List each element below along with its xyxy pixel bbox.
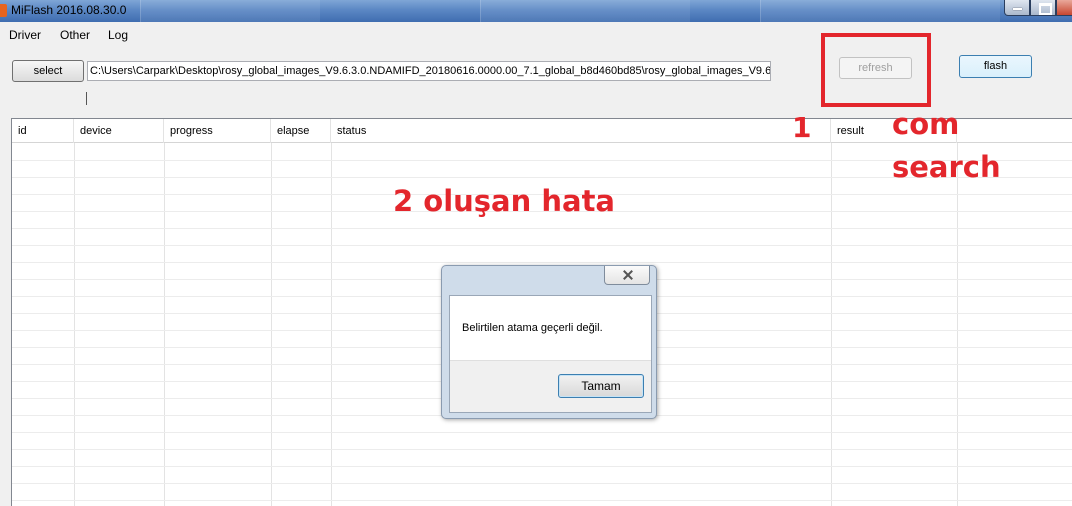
grid-row-divider bbox=[12, 449, 1072, 450]
grid-row-divider bbox=[12, 500, 1072, 501]
column-divider bbox=[74, 143, 75, 506]
grid-row-divider bbox=[12, 228, 1072, 229]
annotation-error-label: 2 oluşan hata bbox=[393, 184, 616, 218]
annotation-search: search bbox=[892, 150, 1001, 184]
column-divider bbox=[957, 143, 958, 506]
dialog-message: Belirtilen atama geçerli değil. bbox=[462, 322, 603, 334]
background-window-ghost bbox=[760, 0, 1000, 22]
grid-row-divider bbox=[12, 245, 1072, 246]
grid-row-divider bbox=[12, 466, 1072, 467]
grid-row-divider bbox=[12, 432, 1072, 433]
column-divider bbox=[271, 143, 272, 506]
select-button[interactable]: select bbox=[12, 60, 84, 82]
error-dialog: Belirtilen atama geçerli değil. Tamam bbox=[441, 265, 657, 419]
column-header-elapse[interactable]: elapse bbox=[271, 119, 331, 143]
window-title: MiFlash 2016.08.30.0 bbox=[11, 3, 127, 17]
annotation-com: com bbox=[892, 107, 960, 141]
menu-driver[interactable]: Driver bbox=[9, 28, 41, 42]
dialog-close-button[interactable] bbox=[604, 266, 650, 285]
annotation-highlight-box bbox=[821, 33, 931, 107]
column-divider bbox=[331, 143, 332, 506]
flash-button[interactable]: flash bbox=[959, 55, 1032, 78]
title-bar: MiFlash 2016.08.30.0 bbox=[0, 0, 1072, 22]
text-caret bbox=[86, 92, 87, 105]
annotation-number-1: 1 bbox=[792, 111, 812, 144]
dialog-body: Belirtilen atama geçerli değil. Tamam bbox=[449, 295, 652, 413]
column-divider bbox=[164, 143, 165, 506]
grid-row-divider bbox=[12, 483, 1072, 484]
close-button[interactable] bbox=[1056, 0, 1072, 16]
minimize-button[interactable] bbox=[1004, 0, 1030, 16]
background-window-ghost bbox=[480, 0, 690, 22]
column-header-device[interactable]: device bbox=[74, 119, 164, 143]
ok-button[interactable]: Tamam bbox=[558, 374, 644, 398]
column-divider bbox=[831, 143, 832, 506]
column-header-progress[interactable]: progress bbox=[164, 119, 271, 143]
column-header-id[interactable]: id bbox=[12, 119, 74, 143]
dialog-footer: Tamam bbox=[450, 360, 651, 412]
column-header-status[interactable]: status bbox=[331, 119, 831, 143]
background-window-ghost bbox=[140, 0, 320, 22]
menu-log[interactable]: Log bbox=[108, 28, 128, 42]
rom-path-input[interactable]: C:\Users\Carpark\Desktop\rosy_global_ima… bbox=[87, 61, 771, 81]
app-icon bbox=[0, 4, 7, 17]
grid-row-divider bbox=[12, 262, 1072, 263]
maximize-button[interactable] bbox=[1030, 0, 1056, 16]
menu-other[interactable]: Other bbox=[60, 28, 90, 42]
